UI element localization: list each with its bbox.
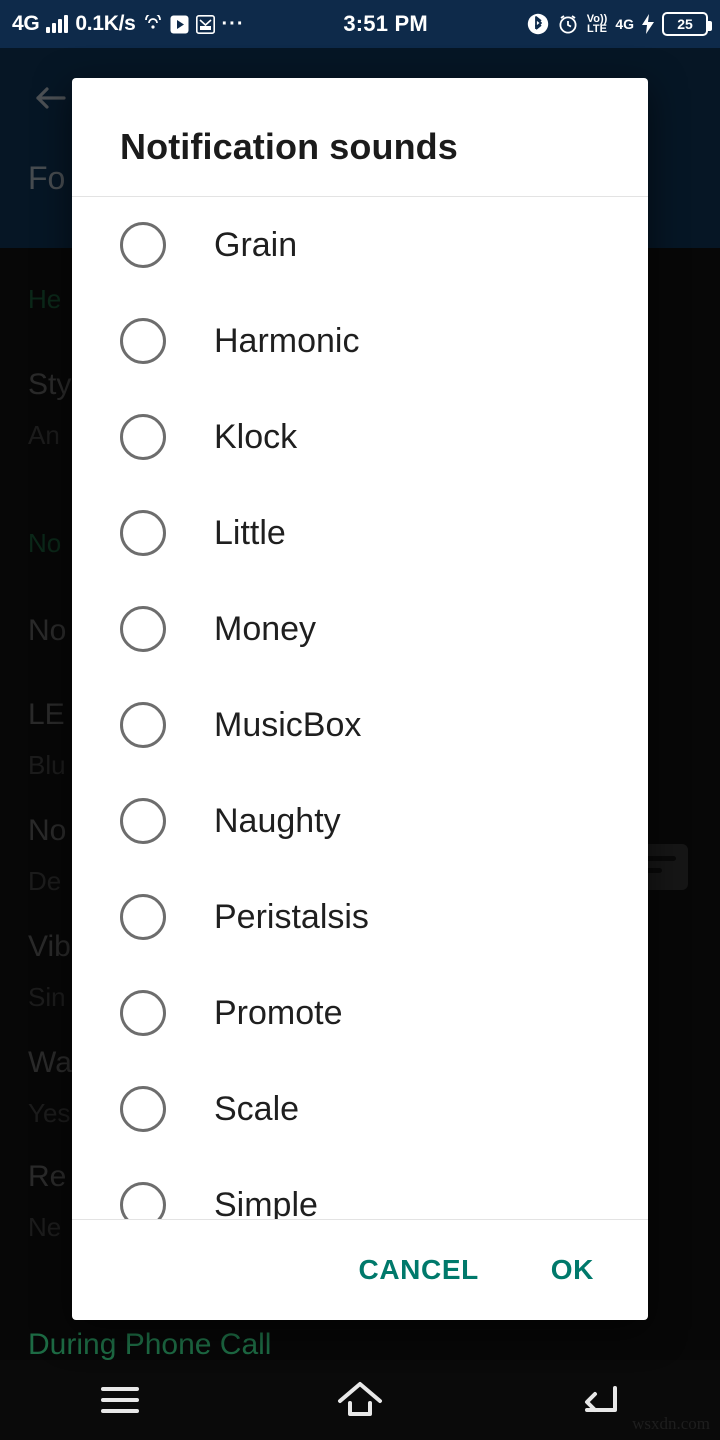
sound-option-label: Simple [214, 1185, 318, 1220]
network-type-right-label: 4G [615, 16, 634, 32]
cast-icon [143, 15, 163, 33]
sound-option-row[interactable]: Harmonic [72, 293, 648, 389]
sound-option-row[interactable]: Little [72, 485, 648, 581]
sound-option-row[interactable]: MusicBox [72, 677, 648, 773]
volte-icon: Vo)) LTE [587, 13, 608, 35]
status-bar-left: 4G 0.1K/s ··· [0, 12, 244, 36]
system-nav-bar [0, 1360, 720, 1440]
network-type-label: 4G [12, 12, 40, 35]
status-bar: 4G 0.1K/s ··· 3:51 PM Vo)) LTE 4G 25 [0, 0, 720, 48]
notification-sounds-dialog: Notification sounds Grain Harmonic Klock Li… [72, 78, 648, 1320]
radio-button-icon[interactable] [120, 990, 166, 1036]
watermark: wsxdn.com [632, 1414, 710, 1433]
sound-option-label: MusicBox [214, 705, 362, 744]
sound-option-row[interactable]: Scale [72, 1061, 648, 1157]
radio-button-icon[interactable] [120, 702, 166, 748]
sound-option-label: Harmonic [214, 321, 360, 360]
radio-button-icon[interactable] [120, 606, 166, 652]
sound-option-label: Klock [214, 417, 298, 456]
radio-button-icon[interactable] [120, 798, 166, 844]
status-bar-clock: 3:51 PM [343, 11, 428, 36]
phone-screen: 4G 0.1K/s ··· 3:51 PM Vo)) LTE 4G 25 Dur… [0, 0, 720, 1440]
dialog-title: Notification sounds [120, 126, 458, 167]
sound-option-row[interactable]: Grain [72, 197, 648, 293]
charging-bolt-icon [642, 14, 654, 34]
battery-percent-label: 25 [677, 16, 693, 32]
home-icon[interactable] [240, 1379, 480, 1421]
during-phone-call-section-label: During Phone Call [28, 1328, 272, 1361]
bluetooth-icon [527, 13, 549, 35]
sound-option-row[interactable]: Simple [72, 1157, 648, 1219]
alarm-icon [557, 13, 579, 35]
sound-option-label: Naughty [214, 801, 341, 840]
status-bar-center: 3:51 PM [244, 11, 526, 37]
sound-option-label: Money [214, 609, 317, 648]
play-store-icon [170, 15, 189, 34]
radio-button-icon[interactable] [120, 318, 166, 364]
sound-option-label: Scale [214, 1089, 300, 1128]
sound-option-row[interactable]: Naughty [72, 773, 648, 869]
battery-icon: 25 [662, 12, 712, 36]
status-bar-right: Vo)) LTE 4G 25 [527, 12, 720, 36]
radio-button-icon[interactable] [120, 222, 166, 268]
volte-bottom-label: LTE [587, 23, 607, 35]
radio-button-icon[interactable] [120, 414, 166, 460]
sound-options-list[interactable]: Grain Harmonic Klock Little Money MusicBox Nau… [72, 197, 648, 1219]
sound-option-row[interactable]: Peristalsis [72, 869, 648, 965]
sound-option-label: Promote [214, 993, 343, 1032]
menu-icon[interactable] [0, 1383, 240, 1417]
radio-button-icon[interactable] [120, 1182, 166, 1219]
radio-button-icon[interactable] [120, 510, 166, 556]
radio-button-icon[interactable] [120, 894, 166, 940]
dialog-action-bar: CANCEL OK [72, 1220, 648, 1320]
sound-option-row[interactable]: Klock [72, 389, 648, 485]
mail-icon [195, 14, 215, 34]
sound-option-label: Peristalsis [214, 897, 369, 936]
cancel-button[interactable]: CANCEL [345, 1244, 493, 1296]
sound-option-label: Little [214, 513, 286, 552]
signal-bars-icon [46, 15, 69, 33]
sound-option-row[interactable]: Promote [72, 965, 648, 1061]
ok-button[interactable]: OK [537, 1244, 608, 1296]
data-rate-label: 0.1K/s [75, 12, 136, 35]
sound-option-label: Grain [214, 225, 298, 264]
more-dots-icon: ··· [221, 13, 245, 35]
radio-button-icon[interactable] [120, 1086, 166, 1132]
sound-option-row[interactable]: Money [72, 581, 648, 677]
